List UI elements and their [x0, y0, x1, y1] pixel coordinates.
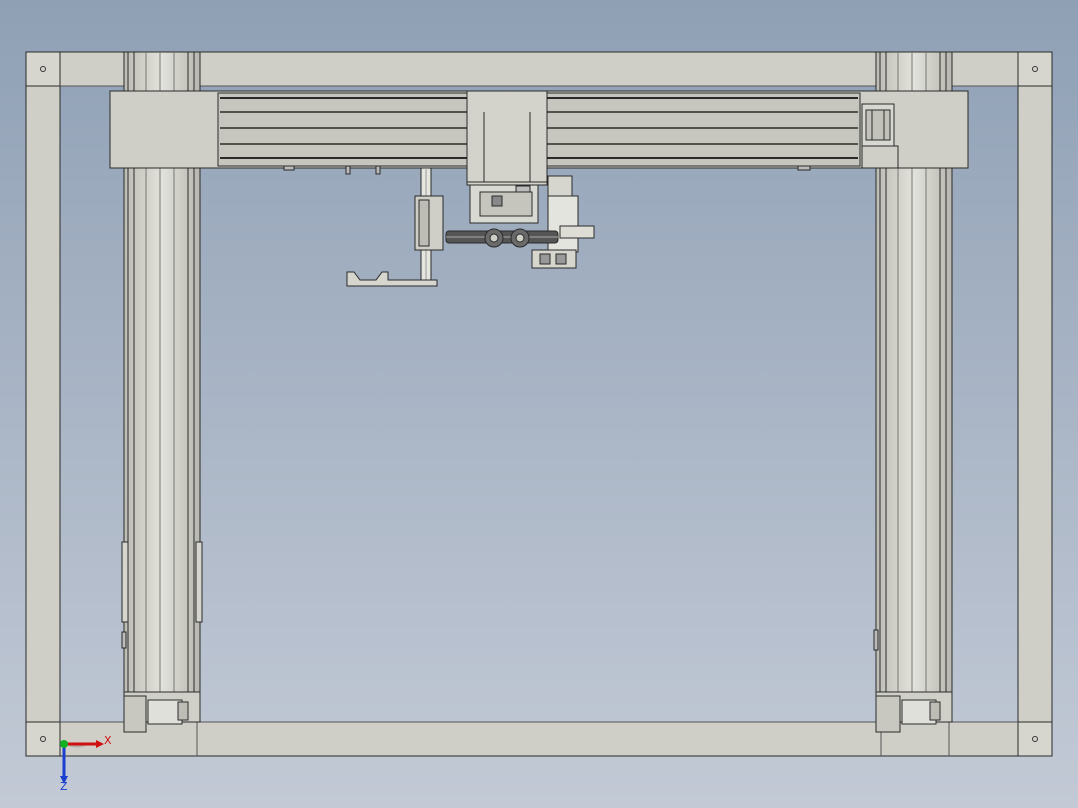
gripper-assembly[interactable]	[414, 175, 595, 269]
y-axis-dot	[60, 740, 68, 748]
frame-corner-bl	[25, 721, 61, 757]
graphics-viewport[interactable]: X Z	[0, 0, 1078, 808]
frame-right-bar[interactable]	[1017, 51, 1053, 757]
z-axis-label: Z	[60, 780, 68, 793]
cad-model-drawing[interactable]: X Z	[0, 0, 1078, 808]
frame-left-bar[interactable]	[25, 51, 61, 757]
frame-corner-tr	[1017, 51, 1053, 87]
frame-corner-br	[1017, 721, 1053, 757]
axis-triad-icon: X Z	[60, 734, 112, 793]
x-axis-label: X	[104, 734, 112, 747]
frame-corner-tl	[25, 51, 61, 87]
